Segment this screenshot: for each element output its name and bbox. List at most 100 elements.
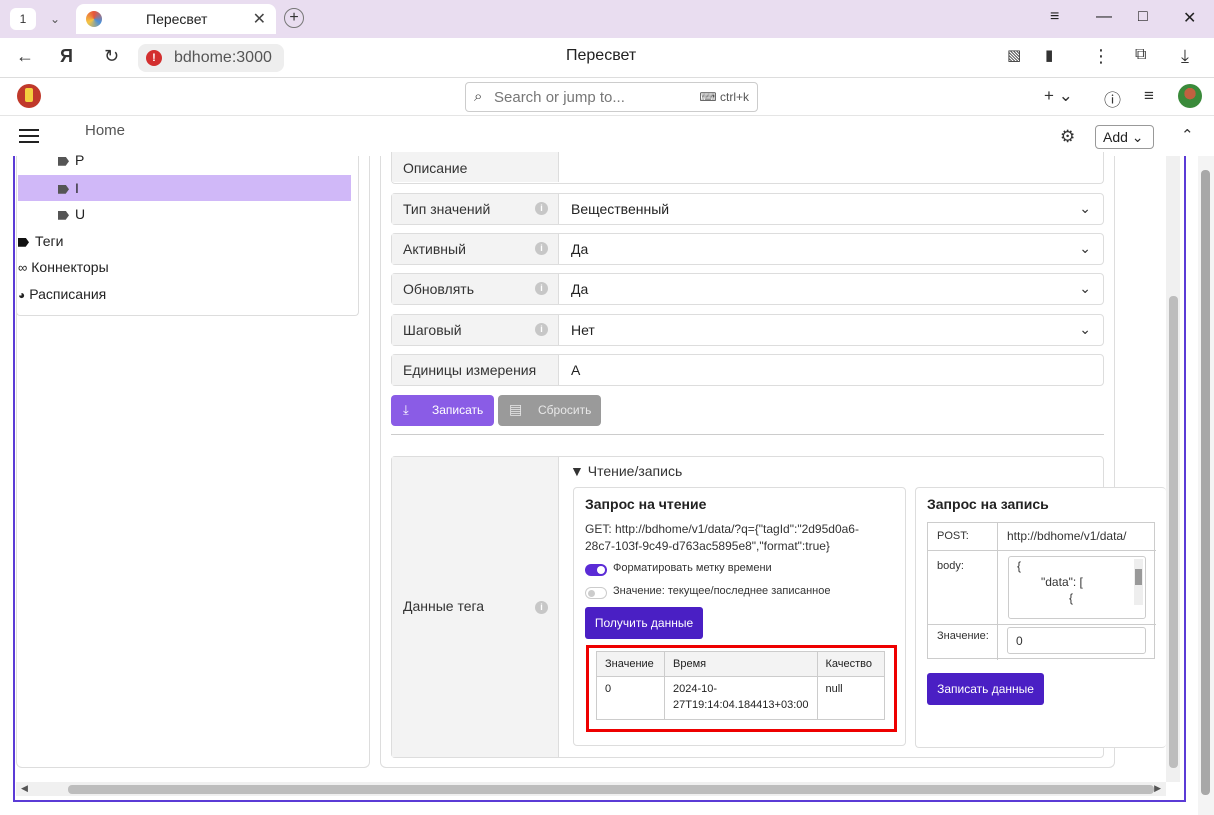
new-tab-icon[interactable]: + bbox=[284, 8, 304, 28]
avatar[interactable] bbox=[1178, 84, 1202, 108]
download-icon[interactable]: ⤓ bbox=[1181, 46, 1189, 67]
back-icon[interactable]: ← bbox=[16, 46, 34, 67]
breadcrumb-home[interactable]: Home bbox=[85, 122, 125, 139]
save-button[interactable]: ⤓ Записать bbox=[391, 395, 494, 426]
tab-count-button[interactable]: 1 bbox=[10, 8, 36, 30]
tag-icon bbox=[58, 210, 69, 220]
logo-icon[interactable] bbox=[17, 84, 41, 108]
add-button-label: Add bbox=[1103, 129, 1128, 145]
link-icon: ∞ bbox=[18, 260, 28, 275]
info-icon: i bbox=[535, 601, 548, 614]
row-divider bbox=[928, 624, 1156, 625]
search-icon: ⌕ bbox=[474, 88, 483, 105]
write-value-input[interactable]: 0 bbox=[1007, 627, 1146, 654]
tree-item-label: P bbox=[75, 152, 85, 168]
row-divider bbox=[928, 550, 1156, 551]
info-icon: i bbox=[535, 282, 548, 295]
tree-item-connectors[interactable]: ∞ Коннекторы bbox=[18, 259, 109, 275]
body-line-1: { bbox=[1017, 559, 1022, 573]
more-icon[interactable]: ⋮ bbox=[1092, 46, 1110, 67]
plus-icon[interactable]: + ⌄ bbox=[1044, 86, 1073, 106]
search-input[interactable]: ⌕ Search or jump to... ⌨ ctrl+k bbox=[465, 82, 758, 112]
scroll-right-icon[interactable]: ▶ bbox=[1154, 783, 1161, 794]
tree-item-p[interactable]: P bbox=[58, 152, 84, 168]
yandex-icon[interactable]: Я bbox=[60, 46, 73, 67]
get-request-line-1: GET: http://bdhome/v1/data/?q={"tagId":"… bbox=[585, 522, 859, 536]
add-button[interactable]: Add ⌄ bbox=[1095, 125, 1154, 149]
info-icon: i bbox=[535, 323, 548, 336]
search-shortcut: ⌨ ctrl+k bbox=[699, 90, 749, 104]
tree-item-tags[interactable]: Теги bbox=[18, 233, 63, 249]
horizontal-scroll-thumb[interactable] bbox=[68, 785, 1154, 794]
form-label-text: Шаговый bbox=[403, 322, 462, 338]
write-request-table: POST: http://bdhome/v1/data/ body: { "da… bbox=[927, 522, 1156, 660]
stepped-select[interactable]: Нет bbox=[571, 322, 595, 338]
update-select[interactable]: Да bbox=[571, 281, 588, 297]
tree-item-i[interactable]: I bbox=[58, 180, 79, 196]
form-label-text: Единицы измерения bbox=[403, 362, 537, 378]
trash-icon: ▤ bbox=[509, 401, 523, 417]
menu-icon[interactable]: ≡ bbox=[1050, 8, 1059, 26]
chevron-down-icon[interactable]: ⌄ bbox=[1079, 200, 1091, 217]
close-icon[interactable]: ✕ bbox=[253, 9, 266, 29]
page-title: Пересвет bbox=[566, 47, 637, 64]
browser-tab[interactable]: Пересвет ✕ bbox=[76, 4, 276, 34]
scroll-left-icon[interactable]: ◀ bbox=[21, 783, 28, 794]
chevron-up-icon[interactable]: ⌃ bbox=[1181, 126, 1194, 144]
reset-button[interactable]: ▤ Сбросить bbox=[498, 395, 601, 426]
body-textarea[interactable]: { "data": [ { bbox=[1008, 556, 1146, 619]
tab-list-chevron-icon[interactable]: ⌄ bbox=[42, 8, 68, 30]
write-data-button[interactable]: Записать данные bbox=[927, 673, 1044, 705]
window-close-icon[interactable]: ✕ bbox=[1183, 8, 1196, 28]
search-shortcut-text: ctrl+k bbox=[719, 90, 749, 104]
tree-item-label: Расписания bbox=[29, 286, 107, 302]
body-line-2: "data": [ bbox=[1041, 575, 1083, 589]
format-time-toggle[interactable] bbox=[585, 564, 607, 576]
rss-icon[interactable]: ≡ bbox=[1144, 86, 1154, 106]
tree-item-schedules[interactable]: ◕ Расписания bbox=[18, 286, 106, 302]
active-select[interactable]: Да bbox=[571, 241, 588, 257]
translate-icon[interactable]: ▧ bbox=[1007, 46, 1021, 64]
tag-data-label: Данные тега bbox=[403, 598, 485, 614]
form-row-update: Обновлять i Да ⌄ bbox=[391, 273, 1104, 305]
form-label-text: Активный bbox=[403, 241, 466, 257]
info-icon: i bbox=[535, 242, 548, 255]
current-value-toggle[interactable] bbox=[585, 587, 607, 599]
chevron-down-icon[interactable]: ⌄ bbox=[1079, 321, 1091, 338]
page-vertical-scroll-thumb[interactable] bbox=[1201, 170, 1210, 795]
sub-header: Home ⚙ Add ⌄ ⌃ bbox=[0, 116, 1214, 156]
write-request-card: Запрос на запись POST: http://bdhome/v1/… bbox=[915, 487, 1166, 748]
current-value-label: Значение: текущее/последнее записанное bbox=[613, 585, 831, 597]
textarea-scroll-thumb[interactable] bbox=[1135, 569, 1142, 585]
bookmark-icon[interactable]: ▮ bbox=[1045, 46, 1053, 64]
reload-icon[interactable]: ↻ bbox=[104, 46, 119, 67]
get-data-button[interactable]: Получить данные bbox=[585, 607, 703, 639]
value-type-select[interactable]: Вещественный bbox=[571, 201, 669, 217]
write-value-label: Значение: bbox=[937, 630, 989, 642]
collections-icon[interactable]: ⧉ bbox=[1135, 46, 1146, 64]
chevron-down-icon[interactable]: ⌄ bbox=[1079, 280, 1091, 297]
form-label-text: Обновлять bbox=[403, 281, 474, 297]
hamburger-icon[interactable] bbox=[19, 129, 39, 143]
gear-icon[interactable]: ⚙ bbox=[1060, 127, 1075, 147]
maximize-icon[interactable]: □ bbox=[1138, 8, 1148, 26]
form-label: Тип значений i bbox=[392, 194, 559, 224]
url-field[interactable]: ! bdhome:3000 bbox=[138, 44, 284, 72]
write-value-text: 0 bbox=[1016, 634, 1023, 648]
tree-item-label: I bbox=[75, 180, 79, 196]
help-icon[interactable]: ⓘ bbox=[1104, 86, 1121, 111]
tree-item-u[interactable]: U bbox=[58, 206, 85, 222]
search-placeholder: Search or jump to... bbox=[494, 89, 625, 106]
post-label: POST: bbox=[937, 530, 969, 542]
address-bar: ← Я ↻ ! bdhome:3000 Пересвет ▧ ▮ ⋮ ⧉ ⤓ bbox=[0, 38, 1214, 78]
tree-item-label: Теги bbox=[35, 233, 64, 249]
tree-item-label: Коннекторы bbox=[31, 259, 109, 275]
get-request-line-2: 28c7-103f-9c49-d763ac5895e8","format":tr… bbox=[585, 539, 830, 553]
inner-vertical-scroll-thumb[interactable] bbox=[1169, 296, 1178, 768]
form-row-stepped: Шаговый i Нет ⌄ bbox=[391, 314, 1104, 346]
units-input[interactable]: A bbox=[571, 362, 580, 378]
minimize-icon[interactable]: — bbox=[1096, 8, 1112, 26]
chevron-down-icon[interactable]: ⌄ bbox=[1079, 240, 1091, 257]
insecure-warning-icon[interactable]: ! bbox=[146, 50, 162, 66]
read-write-summary[interactable]: ▼ Чтение/запись bbox=[570, 463, 682, 479]
